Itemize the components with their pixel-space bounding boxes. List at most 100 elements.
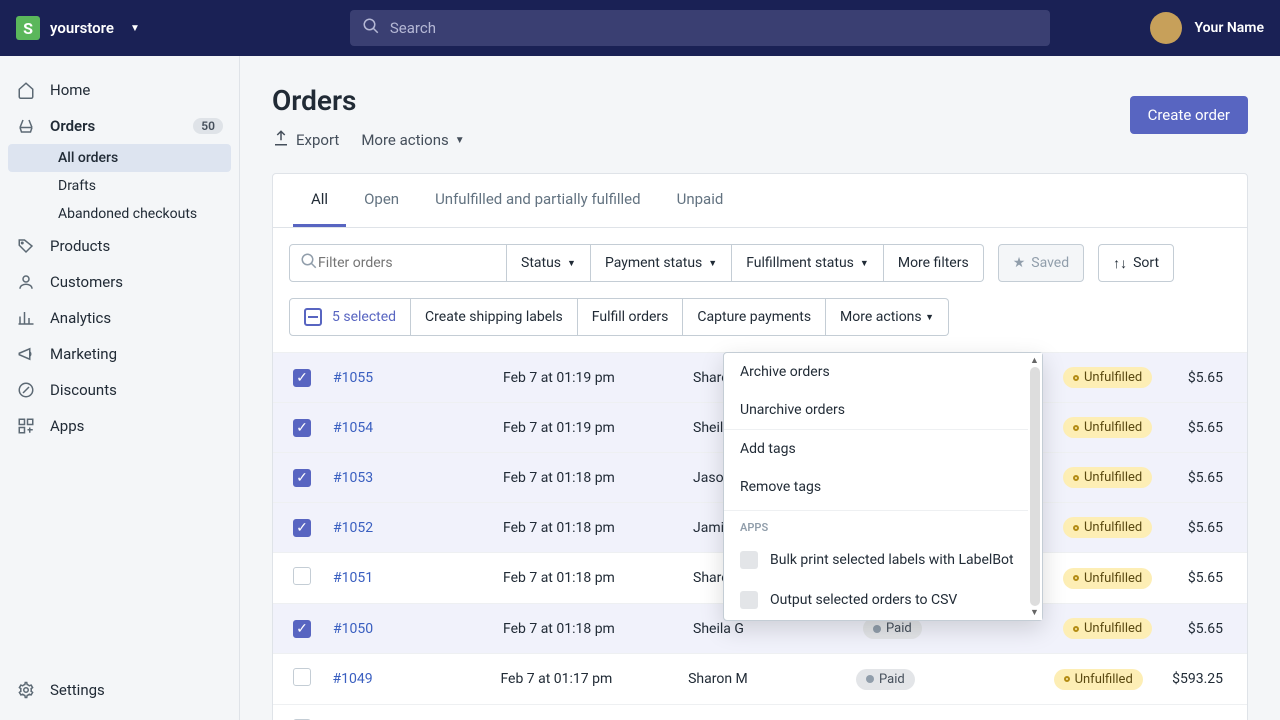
fulfillment-badge: Unfulfilled	[1063, 517, 1152, 538]
orders-count-badge: 50	[193, 118, 223, 134]
discount-icon	[16, 380, 36, 400]
export-button[interactable]: Export	[272, 129, 339, 151]
bulk-capture[interactable]: Capture payments	[683, 298, 826, 336]
nav-home[interactable]: Home	[0, 72, 239, 108]
tab-unfulfilled[interactable]: Unfulfilled and partially fulfilled	[417, 174, 659, 227]
dd-remove-tags[interactable]: Remove tags	[724, 468, 1042, 506]
order-total: $593.25	[1172, 671, 1227, 687]
subnav-drafts[interactable]: Drafts	[8, 172, 231, 200]
create-order-button[interactable]: Create order	[1130, 96, 1248, 134]
global-search[interactable]	[350, 10, 1050, 46]
table-row[interactable]: #1048Feb 7 at 01:17 pmJason WPaidUnfulfi…	[273, 704, 1247, 720]
nav-apps[interactable]: Apps	[0, 408, 239, 444]
tag-icon	[16, 236, 36, 256]
store-name: yourstore	[50, 19, 114, 37]
filter-fulfillment[interactable]: Fulfillment status▼	[732, 244, 884, 282]
bulk-more-actions[interactable]: More actions ▼	[826, 298, 949, 336]
more-actions-dropdown: Archive orders Unarchive orders Add tags…	[723, 352, 1043, 621]
saved-button[interactable]: ★Saved	[998, 244, 1084, 282]
row-checkbox[interactable]	[293, 567, 311, 585]
dropdown-scrollbar[interactable]	[1028, 353, 1042, 620]
avatar	[1150, 12, 1182, 44]
order-date: Feb 7 at 01:17 pm	[500, 671, 688, 687]
dd-app-csv[interactable]: Output selected orders to CSV	[724, 580, 1042, 620]
bulk-select-indicator[interactable]: 5 selected	[289, 298, 411, 336]
order-link[interactable]: #1051	[333, 570, 503, 586]
nav-label: Marketing	[50, 345, 117, 363]
order-date: Feb 7 at 01:19 pm	[503, 420, 693, 436]
orders-icon	[16, 116, 36, 136]
row-checkbox[interactable]: ✓	[293, 519, 311, 537]
nav-orders[interactable]: Orders 50	[0, 108, 239, 144]
order-link[interactable]: #1054	[333, 420, 503, 436]
tab-open[interactable]: Open	[346, 174, 417, 227]
order-date: Feb 7 at 01:18 pm	[503, 470, 693, 486]
more-actions-button[interactable]: More actions ▼	[361, 131, 464, 149]
selected-count: 5 selected	[332, 309, 396, 325]
nav-settings[interactable]: Settings	[0, 672, 239, 708]
user-menu[interactable]: Your Name	[1150, 12, 1264, 44]
nav-label: Apps	[50, 417, 84, 435]
dd-unarchive[interactable]: Unarchive orders	[724, 391, 1042, 429]
subnav-all-orders[interactable]: All orders	[8, 144, 231, 172]
table-row[interactable]: #1049Feb 7 at 01:17 pmSharon MPaidUnfulf…	[273, 653, 1247, 704]
upload-icon	[272, 129, 290, 151]
more-filters[interactable]: More filters	[884, 244, 984, 282]
row-checkbox[interactable]: ✓	[293, 419, 311, 437]
search-input[interactable]	[390, 19, 1038, 37]
sort-button[interactable]: ↑↓Sort	[1098, 244, 1174, 282]
subnav-abandoned[interactable]: Abandoned checkouts	[8, 200, 231, 228]
shopify-logo-icon: S	[16, 16, 40, 40]
bulk-fulfill[interactable]: Fulfill orders	[578, 298, 684, 336]
nav-label: Settings	[50, 681, 105, 699]
megaphone-icon	[16, 344, 36, 364]
fulfillment-badge: Unfulfilled	[1063, 367, 1152, 388]
nav-marketing[interactable]: Marketing	[0, 336, 239, 372]
gear-icon	[16, 680, 36, 700]
filter-search[interactable]	[289, 244, 507, 282]
order-link[interactable]: #1052	[333, 520, 503, 536]
nav-products[interactable]: Products	[0, 228, 239, 264]
search-icon	[362, 17, 380, 39]
payment-badge: Paid	[863, 618, 922, 639]
user-name: Your Name	[1194, 20, 1264, 36]
caret-down-icon: ▼	[455, 135, 465, 146]
orders-card: All Open Unfulfilled and partially fulfi…	[272, 173, 1248, 720]
row-checkbox[interactable]	[293, 668, 311, 686]
bulk-shipping-labels[interactable]: Create shipping labels	[411, 298, 578, 336]
tab-all[interactable]: All	[293, 174, 346, 227]
dd-archive[interactable]: Archive orders	[724, 353, 1042, 391]
filter-input[interactable]	[318, 255, 496, 271]
fulfillment-badge: Unfulfilled	[1063, 618, 1152, 639]
caret-down-icon: ▼	[130, 23, 140, 34]
order-link[interactable]: #1050	[333, 621, 503, 637]
dd-apps-header: APPS	[724, 510, 1042, 540]
order-total: $5.65	[1183, 570, 1227, 586]
nav-label: Home	[50, 81, 90, 99]
fulfillment-badge: Unfulfilled	[1063, 467, 1152, 488]
row-checkbox[interactable]: ✓	[293, 469, 311, 487]
nav-label: Products	[50, 237, 110, 255]
dd-app-labelbot[interactable]: Bulk print selected labels with LabelBot	[724, 540, 1042, 580]
order-link[interactable]: #1053	[333, 470, 503, 486]
nav-analytics[interactable]: Analytics	[0, 300, 239, 336]
caret-down-icon: ▼	[925, 312, 934, 323]
caret-down-icon: ▼	[567, 258, 576, 269]
tabs: All Open Unfulfilled and partially fulfi…	[273, 174, 1247, 228]
home-icon	[16, 80, 36, 100]
order-link[interactable]: #1055	[333, 370, 503, 386]
caret-down-icon: ▼	[860, 258, 869, 269]
tab-unpaid[interactable]: Unpaid	[659, 174, 742, 227]
sort-icon: ↑↓	[1113, 255, 1127, 272]
dd-add-tags[interactable]: Add tags	[724, 430, 1042, 468]
filter-payment[interactable]: Payment status▼	[591, 244, 732, 282]
row-checkbox[interactable]: ✓	[293, 369, 311, 387]
nav-customers[interactable]: Customers	[0, 264, 239, 300]
filter-status[interactable]: Status▼	[507, 244, 591, 282]
row-checkbox[interactable]: ✓	[293, 620, 311, 638]
nav-discounts[interactable]: Discounts	[0, 372, 239, 408]
order-link[interactable]: #1049	[333, 671, 501, 687]
store-switcher[interactable]: S yourstore ▼	[16, 16, 140, 40]
user-icon	[16, 272, 36, 292]
order-total: $5.65	[1183, 370, 1227, 386]
